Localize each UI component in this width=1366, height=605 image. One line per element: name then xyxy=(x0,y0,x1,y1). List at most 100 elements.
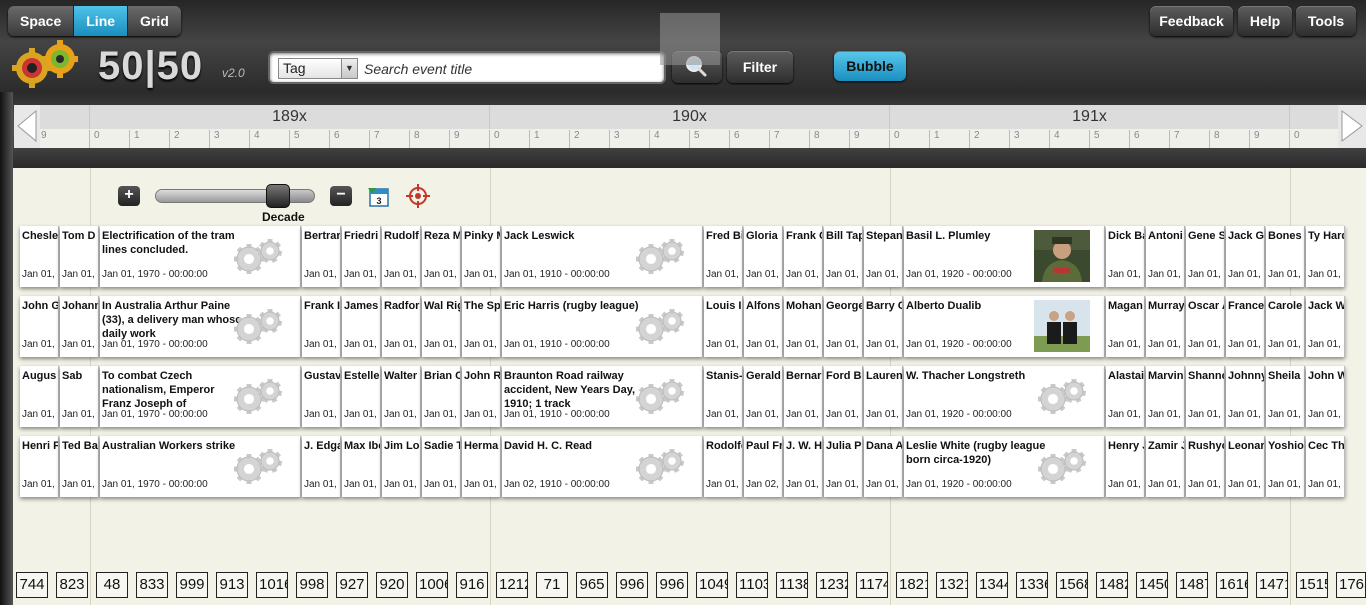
decade-header[interactable]: 190x xyxy=(489,105,889,129)
bubble-button[interactable]: Bubble xyxy=(834,51,906,81)
event-card[interactable]: Ford Br Jan 01, xyxy=(824,366,863,427)
zoom-slider-handle[interactable] xyxy=(266,184,291,208)
event-card[interactable]: Frank C Jan 01, xyxy=(784,226,823,287)
event-card[interactable]: Alberto Dualib Jan 01, 1920 - 00:00:00 xyxy=(904,296,1105,357)
event-card[interactable]: Friedri Broich Jan 01, xyxy=(342,226,381,287)
ruler-selection-window[interactable] xyxy=(660,13,720,65)
event-card[interactable]: John G Jan 01, xyxy=(20,296,59,357)
event-card[interactable]: John Wood actor) Jan 01, 1930 xyxy=(1306,366,1345,427)
event-card[interactable]: Leslie White (rugby league born circa-19… xyxy=(904,436,1105,497)
event-card[interactable]: Radfor Jan 01, xyxy=(382,296,421,357)
event-card[interactable]: Brian C Jan 01, xyxy=(422,366,461,427)
crosshair-icon[interactable] xyxy=(406,184,430,208)
event-card[interactable]: James Jan 01, xyxy=(342,296,381,357)
tag-select[interactable]: Tag ▼ xyxy=(278,58,358,79)
event-card[interactable]: Sheila Jan 01, xyxy=(1266,366,1305,427)
ruler-track[interactable]: 9 189x 0 1 2 3 4 5 6 7 8 9 190x 0 1 2 3 4 5 6 7 8 9 191x 0 1 2 3 4 5 6… xyxy=(14,105,1366,148)
event-card[interactable]: J. W. Hi Jan 01, xyxy=(784,436,823,497)
event-card[interactable]: Barry C Jan 01, xyxy=(864,296,903,357)
event-card[interactable]: Stanis- Jan 01, xyxy=(704,366,743,427)
event-card[interactable]: Max Ibe Jan 01, xyxy=(342,436,381,497)
event-card[interactable]: Lauren Jan 01, xyxy=(864,366,903,427)
event-card[interactable]: Fred Bi Jan 01, xyxy=(704,226,743,287)
event-card[interactable]: Shanno Jan 01, xyxy=(1186,366,1225,427)
event-card[interactable]: In Australia Arthur Paine (33), a delive… xyxy=(100,296,301,357)
event-card[interactable]: Yoshio Jan 01, xyxy=(1266,436,1305,497)
event-card[interactable]: Johnny Jan 01, xyxy=(1226,366,1265,427)
feedback-button[interactable]: Feedback xyxy=(1150,6,1233,36)
search-input[interactable] xyxy=(364,58,654,79)
event-card[interactable]: Jack G Jan 01, xyxy=(1226,226,1265,287)
zoom-out-button[interactable]: − xyxy=(330,186,352,206)
event-card[interactable]: France Jan 01, xyxy=(1226,296,1265,357)
event-card[interactable]: Chesle Jan 01, xyxy=(20,226,59,287)
event-card[interactable]: Bill Tap Jan 01, xyxy=(824,226,863,287)
event-card[interactable]: Reza M Jan 01, xyxy=(422,226,461,287)
event-card[interactable]: Australian Workers strike Jan 01, 1970 - … xyxy=(100,436,301,497)
event-card[interactable]: Sab Jan 01, xyxy=(60,366,99,427)
event-card[interactable]: Mohan Jan 01, xyxy=(784,296,823,357)
event-card[interactable]: Ty Hardin Jan 01, 1930 xyxy=(1306,226,1345,287)
event-card[interactable]: Dana A Jan 01, xyxy=(864,436,903,497)
event-card[interactable]: Henri P Jan 01, xyxy=(20,436,59,497)
event-card[interactable]: Bones Jan 01, xyxy=(1266,226,1305,287)
event-card[interactable]: Gene S Jan 01, xyxy=(1186,226,1225,287)
event-card[interactable]: David H. C. Read Jan 02, 1910 - 00:00:00 xyxy=(502,436,703,497)
event-card[interactable]: George Jan 01, xyxy=(824,296,863,357)
event-card[interactable]: Johann Jan 01, xyxy=(60,296,99,357)
event-card[interactable]: Antoni Jan 01, xyxy=(1146,226,1185,287)
left-scroll-bar[interactable] xyxy=(0,92,13,605)
calendar-icon[interactable]: 3 xyxy=(366,184,392,208)
event-card[interactable]: Louis I Jan 01, xyxy=(704,296,743,357)
event-card[interactable]: Frank I Jan 01, xyxy=(302,296,341,357)
event-card[interactable]: Paul Fr footbal Jan 02, xyxy=(744,436,783,497)
event-card[interactable]: Alastai Jan 01, xyxy=(1106,366,1145,427)
event-card[interactable]: Eric Harris (rugby league) Jan 01, 1910 -… xyxy=(502,296,703,357)
event-card[interactable]: Alfons Jan 01, xyxy=(744,296,783,357)
event-card[interactable]: Pinky M Jan 01, xyxy=(462,226,501,287)
event-card[interactable]: Jack Wilkins league) Jan 01, 1930 xyxy=(1306,296,1345,357)
zoom-slider-track[interactable] xyxy=(155,189,315,203)
event-card[interactable]: Braunton Road railway accident, New Year… xyxy=(502,366,703,427)
event-card[interactable]: Basil L. Plumley Jan 01, 1920 - 00:00:00 xyxy=(904,226,1105,287)
event-card[interactable]: Bernar Jan 01, xyxy=(784,366,823,427)
decade-header[interactable]: 189x xyxy=(89,105,489,129)
event-card[interactable]: Jim Lo Jan 01, xyxy=(382,436,421,497)
event-card[interactable]: Zamir J Jan 01, xyxy=(1146,436,1185,497)
event-card[interactable]: Bertrar Acosta Jan 01, xyxy=(302,226,341,287)
event-card[interactable]: Cec Thomp Jan 01, 1930 xyxy=(1306,436,1345,497)
event-card[interactable]: Rodolfo Jan 01, xyxy=(704,436,743,497)
event-card[interactable]: Oscar A Jan 01, xyxy=(1186,296,1225,357)
event-card[interactable]: Herma Bronik Jan 01, xyxy=(462,436,501,497)
ruler-left-arrow[interactable] xyxy=(14,105,40,148)
event-card[interactable]: Electrification of the tram lines conclu… xyxy=(100,226,301,287)
event-card[interactable]: The Sp govern and the Jan 01, xyxy=(462,296,501,357)
event-card[interactable]: Tom D Jan 01, xyxy=(60,226,99,287)
tools-button[interactable]: Tools xyxy=(1296,6,1356,36)
event-card[interactable]: J. Edga Jan 01, xyxy=(302,436,341,497)
event-card[interactable]: Henry J Jan 01, xyxy=(1106,436,1145,497)
event-card[interactable]: Marvin Jan 01, xyxy=(1146,366,1185,427)
event-card[interactable]: Julia Pi Jan 01, xyxy=(824,436,863,497)
event-card[interactable]: W. Thacher Longstreth Jan 01, 1920 - 00:0… xyxy=(904,366,1105,427)
ruler-right-arrow[interactable] xyxy=(1338,105,1366,148)
zoom-in-button[interactable]: + xyxy=(118,186,140,206)
event-card[interactable]: Jack Leswick Jan 01, 1910 - 00:00:00 xyxy=(502,226,703,287)
filter-button[interactable]: Filter xyxy=(727,51,793,83)
event-card[interactable]: Magan Jan 01, xyxy=(1106,296,1145,357)
event-card[interactable]: Rushyo Jan 01, xyxy=(1186,436,1225,497)
event-card[interactable]: Walter Jan 01, xyxy=(382,366,421,427)
event-card[interactable]: Gerald Jan 01, xyxy=(744,366,783,427)
event-card[interactable]: Stepan Jan 01, xyxy=(864,226,903,287)
event-card[interactable]: Sadie T Alexan Jan 01, xyxy=(422,436,461,497)
event-card[interactable]: Augus Jan 01, xyxy=(20,366,59,427)
event-card[interactable]: Leonar Jan 01, xyxy=(1226,436,1265,497)
event-card[interactable]: Dick Ba Jan 01, xyxy=(1106,226,1145,287)
event-card[interactable]: Carole Jan 01, xyxy=(1266,296,1305,357)
event-card[interactable]: John R Jan 01, xyxy=(462,366,501,427)
view-grid-button[interactable]: Grid xyxy=(128,6,181,36)
event-card[interactable]: Murray Jan 01, xyxy=(1146,296,1185,357)
event-card[interactable]: Gloria Jan 01, xyxy=(744,226,783,287)
help-button[interactable]: Help xyxy=(1238,6,1292,36)
event-card[interactable]: Ted Ba Jan 01, xyxy=(60,436,99,497)
